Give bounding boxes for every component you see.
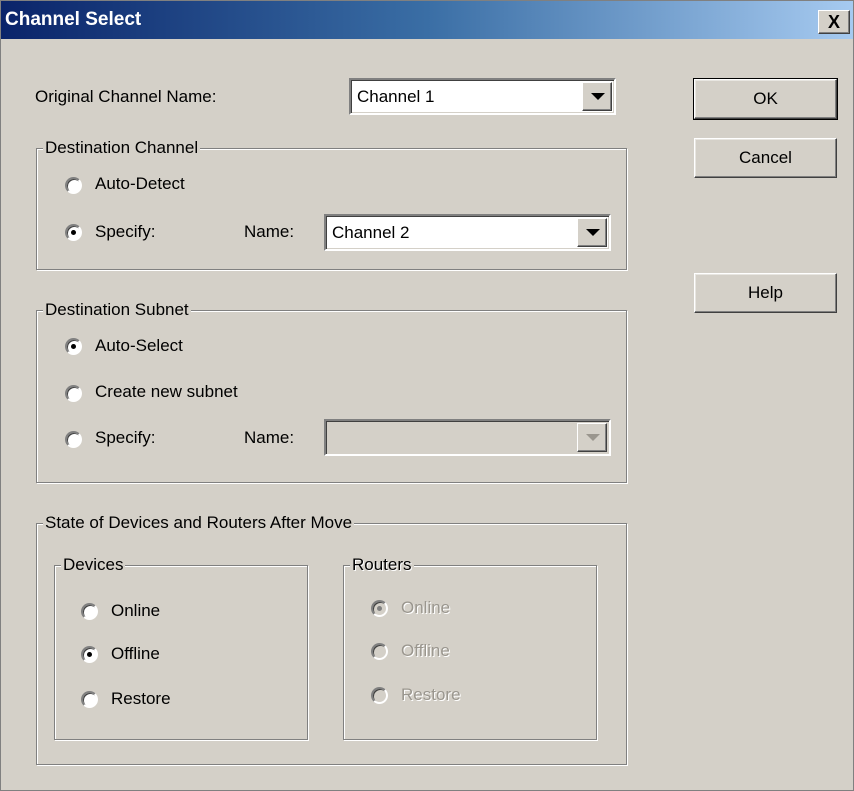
routers-online-radio[interactable] — [371, 600, 388, 617]
chevron-down-icon — [586, 434, 600, 441]
dest-subnet-name-label: Name: — [244, 428, 295, 447]
routers-legend: Routers — [350, 555, 414, 575]
dest-channel-specify-label: Specify: — [95, 222, 156, 241]
dest-subnet-specify-radio[interactable] — [65, 431, 82, 448]
original-channel-select[interactable]: Channel 1 — [349, 78, 616, 115]
close-button[interactable]: X — [818, 10, 850, 34]
ok-button[interactable]: OK — [693, 78, 838, 120]
dest-channel-name-select[interactable]: Channel 2 — [324, 214, 611, 251]
dest-subnet-create-new-radio[interactable] — [65, 385, 82, 402]
channel-select-dialog: Channel Select X Original Channel Name: … — [0, 0, 854, 791]
dest-channel-dropdown-button[interactable] — [577, 218, 607, 247]
state-after-move-legend: State of Devices and Routers After Move — [43, 513, 355, 533]
dest-channel-specify-radio[interactable] — [65, 224, 82, 241]
devices-restore-label: Restore — [111, 689, 171, 708]
dest-subnet-auto-select-radio[interactable] — [65, 338, 82, 355]
routers-restore-radio[interactable] — [371, 687, 388, 704]
devices-legend: Devices — [61, 555, 126, 575]
destination-subnet-legend: Destination Subnet — [43, 300, 191, 320]
devices-online-radio[interactable] — [81, 603, 98, 620]
routers-restore-label: Restore — [401, 685, 461, 704]
devices-offline-radio[interactable] — [81, 646, 98, 663]
dest-subnet-specify-label: Specify: — [95, 428, 156, 447]
cancel-button[interactable]: Cancel — [694, 138, 837, 178]
original-channel-value: Channel 1 — [357, 87, 435, 106]
dest-channel-auto-detect-label: Auto-Detect — [95, 174, 185, 193]
original-channel-dropdown-button[interactable] — [582, 82, 612, 111]
devices-offline-label: Offline — [111, 644, 160, 663]
dest-channel-name-label: Name: — [244, 222, 295, 241]
dest-subnet-name-select[interactable] — [324, 419, 611, 456]
original-channel-label: Original Channel Name: — [35, 87, 217, 106]
close-icon: X — [827, 12, 840, 32]
dest-channel-auto-detect-radio[interactable] — [65, 177, 82, 194]
routers-offline-label: Offline — [401, 641, 450, 660]
dest-channel-name-value: Channel 2 — [332, 223, 410, 242]
dest-subnet-auto-select-label: Auto-Select — [95, 336, 183, 355]
destination-channel-legend: Destination Channel — [43, 138, 201, 158]
chevron-down-icon — [591, 93, 605, 100]
routers-offline-radio[interactable] — [371, 643, 388, 660]
chevron-down-icon — [586, 229, 600, 236]
title-bar: Channel Select X — [1, 1, 853, 39]
devices-online-label: Online — [111, 601, 161, 620]
window-title: Channel Select — [5, 9, 142, 30]
dest-subnet-create-new-label: Create new subnet — [95, 382, 238, 401]
destination-channel-group: Destination Channel — [36, 138, 627, 270]
routers-online-label: Online — [401, 598, 451, 617]
help-button[interactable]: Help — [694, 273, 837, 313]
dest-subnet-dropdown-button[interactable] — [577, 423, 607, 452]
devices-restore-radio[interactable] — [81, 691, 98, 708]
